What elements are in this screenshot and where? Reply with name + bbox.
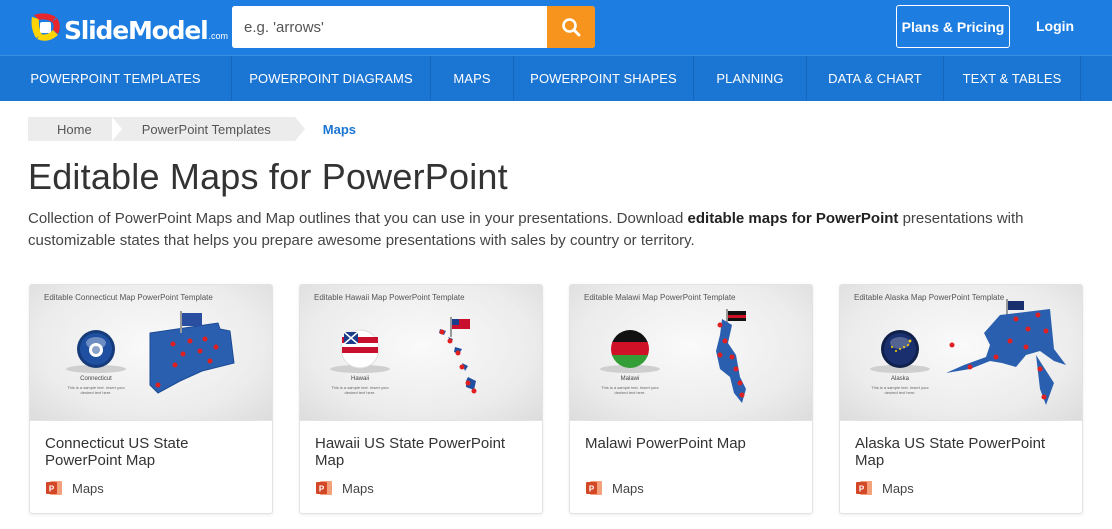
card-title[interactable]: Connecticut US State PowerPoint Map <box>45 435 265 469</box>
svg-text:P: P <box>859 485 865 494</box>
breadcrumb-home[interactable]: Home <box>28 117 112 141</box>
search-button[interactable] <box>547 6 595 48</box>
breadcrumb-arrow <box>294 117 305 141</box>
logo-suffix: .com <box>208 31 228 41</box>
card-category-label: Maps <box>612 480 644 496</box>
product-card-malawi[interactable]: Editable Malawi Map PowerPoint Template … <box>569 284 813 514</box>
svg-text:P: P <box>319 485 325 494</box>
powerpoint-icon: P <box>855 479 873 497</box>
thumbnail-subtext: This is a sample text. Insert your desir… <box>871 385 929 395</box>
product-card-hawaii[interactable]: Editable Hawaii Map PowerPoint Template … <box>299 284 543 514</box>
card-category-label: Maps <box>342 480 374 496</box>
top-header: SlideModel .com Plans & Pricing Login <box>0 0 1112 55</box>
hawaii-map-icon <box>330 317 477 394</box>
thumbnail-subtext: This is a sample text. Insert your desir… <box>601 385 659 395</box>
product-card-alaska[interactable]: Editable Alaska Map PowerPoint Template … <box>839 284 1083 514</box>
logo-text: SlideModel <box>64 15 209 45</box>
card-thumbnail[interactable]: Editable Connecticut Map PowerPoint Temp… <box>30 285 272 421</box>
card-category[interactable]: P Maps <box>315 479 374 497</box>
breadcrumb-separator <box>111 117 122 141</box>
nav-item-powerpoint-templates[interactable]: POWERPOINT TEMPLATES <box>0 56 232 101</box>
search-icon <box>562 18 581 37</box>
card-title[interactable]: Malawi PowerPoint Map <box>585 435 805 452</box>
card-title[interactable]: Hawaii US State PowerPoint Map <box>315 435 535 469</box>
card-category-label: Maps <box>72 480 104 496</box>
nav-item-planning[interactable]: PLANNING <box>694 56 807 101</box>
nav-item-maps[interactable]: MAPS <box>431 56 514 101</box>
breadcrumb-current: Maps <box>322 121 357 137</box>
intro-text-start: Collection of PowerPoint Maps and Map ou… <box>28 210 688 227</box>
svg-text:P: P <box>589 485 595 494</box>
thumbnail-caption: Connecticut <box>80 376 112 382</box>
thumbnail-caption: Malawi <box>620 376 640 382</box>
connecticut-map-icon <box>66 311 235 394</box>
page-title: Editable Maps for PowerPoint <box>28 156 508 197</box>
thumbnail-subtext: This is a sample text. Insert your desir… <box>67 385 125 395</box>
card-thumbnail[interactable]: Editable Alaska Map PowerPoint Template … <box>840 285 1082 421</box>
card-category[interactable]: P Maps <box>585 479 644 497</box>
card-category[interactable]: P Maps <box>45 479 104 497</box>
search-input[interactable] <box>232 6 547 48</box>
plans-pricing-button[interactable]: Plans & Pricing <box>896 5 1010 48</box>
powerpoint-icon: P <box>315 479 333 497</box>
nav-item-powerpoint-diagrams[interactable]: POWERPOINT DIAGRAMS <box>232 56 431 101</box>
card-thumbnail[interactable]: Editable Malawi Map PowerPoint Template … <box>570 285 812 421</box>
login-link[interactable]: Login <box>1036 18 1074 34</box>
breadcrumb: Home PowerPoint Templates Maps <box>28 117 356 141</box>
nav-item-data-chart[interactable]: DATA & CHART <box>807 56 944 101</box>
malawi-map-icon <box>600 309 746 403</box>
card-thumbnail[interactable]: Editable Hawaii Map PowerPoint Template … <box>300 285 542 421</box>
breadcrumb-powerpoint-templates[interactable]: PowerPoint Templates <box>111 117 305 141</box>
intro-text: Collection of PowerPoint Maps and Map ou… <box>28 208 1088 252</box>
thumbnail-caption: Alaska <box>890 376 909 382</box>
powerpoint-icon: P <box>45 479 63 497</box>
breadcrumb-powerpoint-templates-label: PowerPoint Templates <box>141 121 271 137</box>
svg-text:P: P <box>49 485 55 494</box>
nav-item-text-tables[interactable]: TEXT & TABLES <box>944 56 1081 101</box>
main-nav: POWERPOINT TEMPLATES POWERPOINT DIAGRAMS… <box>0 55 1112 101</box>
thumbnail-caption: Hawaii <box>350 376 369 382</box>
card-category[interactable]: P Maps <box>855 479 914 497</box>
site-logo[interactable]: SlideModel .com <box>28 8 228 48</box>
powerpoint-icon: P <box>585 479 603 497</box>
logo-mark-icon <box>28 11 62 45</box>
alaska-map-icon <box>870 299 1066 405</box>
intro-text-bold[interactable]: editable maps for PowerPoint <box>688 210 899 227</box>
search-box <box>232 6 595 48</box>
card-title[interactable]: Alaska US State PowerPoint Map <box>855 435 1075 469</box>
thumbnail-subtext: This is a sample text. Insert your desir… <box>331 385 389 395</box>
product-card-connecticut[interactable]: Editable Connecticut Map PowerPoint Temp… <box>29 284 273 514</box>
nav-item-powerpoint-shapes[interactable]: POWERPOINT SHAPES <box>514 56 694 101</box>
card-category-label: Maps <box>882 480 914 496</box>
